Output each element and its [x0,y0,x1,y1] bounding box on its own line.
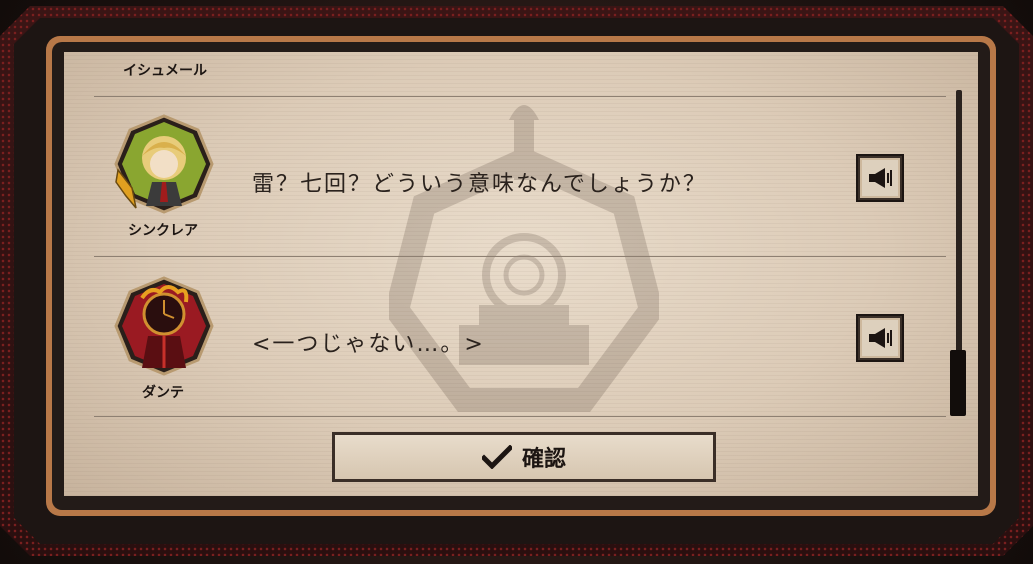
dialogue-text: <一つじゃない…。> [252,332,485,357]
speaker-icon [869,168,892,188]
dante-portrait [114,276,214,376]
dialogue-log-panel: イシュメール シンクレア 雷？七回？どういう意味なんでしょうか？ ダンテ <一つ… [64,52,978,496]
voice-replay-button[interactable] [856,154,904,202]
voice-replay-button[interactable] [856,314,904,362]
game-screen: イシュメール シンクレア 雷？七回？どういう意味なんでしょうか？ ダンテ <一つ… [0,0,1033,564]
speaker-icon [869,328,892,348]
speaker-name: イシュメール [123,63,207,79]
dialogue-text: 雷？七回？どういう意味なんでしょうか？ [252,172,707,197]
speaker-name: シンクレア [128,223,198,239]
row-divider [94,256,946,257]
confirm-label: 確認 [521,447,566,472]
emblem-watermark [389,105,659,412]
check-icon [481,445,512,469]
speaker-name: ダンテ [142,385,184,401]
row-divider [94,416,946,417]
scrollbar-thumb[interactable] [950,350,966,416]
confirm-button[interactable]: 確認 [332,432,716,482]
sinclair-portrait [114,114,214,214]
row-divider [94,96,946,97]
